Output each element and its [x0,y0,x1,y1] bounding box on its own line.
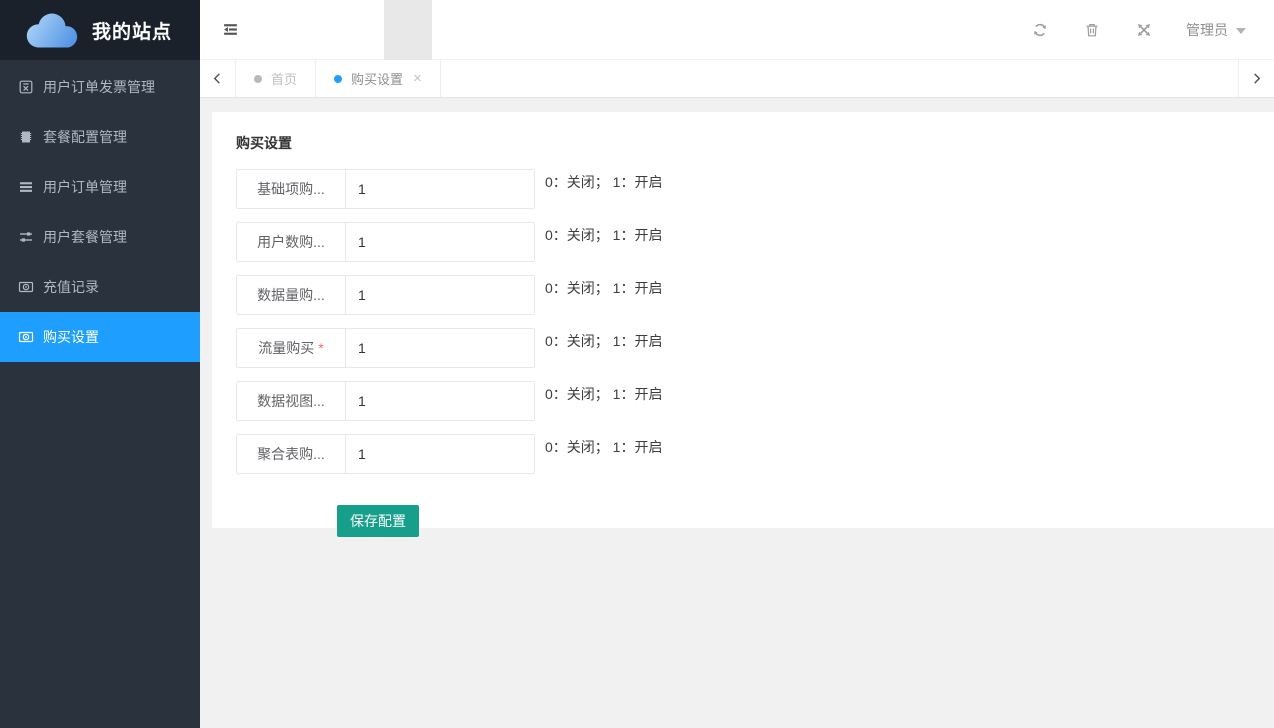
top-nav-item[interactable] [480,0,528,60]
sidebar-item-label: 用户订单管理 [43,177,127,197]
field-hint: 0：关闭； 1：开启 [545,328,662,351]
collapse-sidebar-icon[interactable] [200,0,260,60]
header-actions: 管理员 [1014,0,1274,60]
sidebar-menu-item[interactable]: 充值记录 [0,262,200,312]
top-nav-item[interactable] [288,0,336,60]
form-field-row: 聚合表购... * 0：关闭； 1：开启 [236,434,1259,474]
trash-icon[interactable] [1066,0,1118,60]
field-label: 流量购买 * [236,328,346,368]
tabs-scroll-left-icon[interactable] [200,60,236,97]
field-hint: 0：关闭； 1：开启 [545,169,662,192]
refresh-icon[interactable] [1014,0,1066,60]
field-hint: 0：关闭； 1：开启 [545,381,662,404]
field-value-input[interactable] [345,381,535,421]
sidebar-menu-item[interactable]: 套餐配置管理 [0,112,200,162]
top-nav [288,0,528,60]
form-field-row: 数据量购... * 0：关闭； 1：开启 [236,275,1259,315]
settings-panel: 购买设置 基础项购... * 0：关闭； 1：开启 用户数购... * [212,112,1274,528]
sidebar-item-label: 用户套餐管理 [43,227,127,247]
tabs-scroll-right-icon[interactable] [1238,60,1274,97]
top-nav-item[interactable] [432,0,480,60]
form-field-row: 用户数购... * 0：关闭； 1：开启 [236,222,1259,262]
field-value-input[interactable] [345,222,535,262]
sidebar-menu-item[interactable]: 用户订单管理 [0,162,200,212]
field-label: 用户数购... * [236,222,346,262]
form-field-row: 基础项购... * 0：关闭； 1：开启 [236,169,1259,209]
field-value-input[interactable] [345,434,535,474]
page-tab[interactable]: 购买设置 × [316,60,441,97]
user-name: 管理员 [1186,20,1228,40]
field-label: 聚合表购... * [236,434,346,474]
field-value-input[interactable] [345,169,535,209]
field-label: 基础项购... * [236,169,346,209]
package-icon [18,129,34,145]
form-field-row: 流量购买 * 0：关闭； 1：开启 [236,328,1259,368]
user-dropdown[interactable]: 管理员 [1186,20,1246,40]
sidebar-item-label: 用户订单发票管理 [43,77,155,97]
banknote-icon [18,279,34,295]
sidebar-menu-item[interactable]: 购买设置 [0,312,200,362]
sidebar-item-label: 充值记录 [43,277,99,297]
tab-bar: 首页 购买设置 × [200,60,1274,98]
banknote-icon [18,329,34,345]
sidebar-item-label: 购买设置 [43,327,99,347]
tab-label: 首页 [271,69,297,88]
fullscreen-icon[interactable] [1118,0,1170,60]
panel-title: 购买设置 [236,133,1259,153]
tab-status-dot [254,75,262,83]
list-icon [18,179,34,195]
tab-close-icon[interactable]: × [413,71,422,86]
form-field-row: 数据视图... * 0：关闭； 1：开启 [236,381,1259,421]
open-tabs: 首页 购买设置 × [236,60,441,97]
sliders-icon [18,229,34,245]
field-label: 数据视图... * [236,381,346,421]
top-nav-item[interactable] [384,0,432,60]
tab-label: 购买设置 [351,69,403,88]
sidebar-menu-item[interactable]: 用户订单发票管理 [0,62,200,112]
sidebar-menu-item[interactable]: 用户套餐管理 [0,212,200,262]
sidebar-item-label: 套餐配置管理 [43,127,127,147]
sidebar-menu: 用户订单发票管理 套餐配置管理 用户订单管理 用户套餐管理 充值记录 购买设置 [0,60,200,362]
app-root: 我的站点 用户订单发票管理 套餐配置管理 用户订单管理 用户套餐管理 充值 [0,0,1274,728]
top-nav-item[interactable] [336,0,384,60]
field-hint: 0：关闭； 1：开启 [545,222,662,245]
tab-status-dot [334,75,342,83]
top-header: 管理员 [200,0,1274,60]
site-title: 我的站点 [92,17,172,44]
chevron-down-icon [1236,28,1246,34]
field-hint: 0：关闭； 1：开启 [545,275,662,298]
site-logo: 我的站点 [0,0,200,60]
field-value-input[interactable] [345,328,535,368]
field-hint: 0：关闭； 1：开启 [545,434,662,457]
field-value-input[interactable] [345,275,535,315]
page-tab[interactable]: 首页 [236,60,316,97]
main-content: 购买设置 基础项购... * 0：关闭； 1：开启 用户数购... * [200,98,1274,728]
purchase-settings-form: 基础项购... * 0：关闭； 1：开启 用户数购... * 0：关闭； 1：开… [236,169,1259,474]
invoice-icon [18,79,34,95]
save-config-button[interactable]: 保存配置 [337,505,419,537]
sidebar: 我的站点 用户订单发票管理 套餐配置管理 用户订单管理 用户套餐管理 充值 [0,0,200,728]
cloud-logo-icon [20,10,82,50]
field-label: 数据量购... * [236,275,346,315]
required-asterisk: * [318,340,323,356]
